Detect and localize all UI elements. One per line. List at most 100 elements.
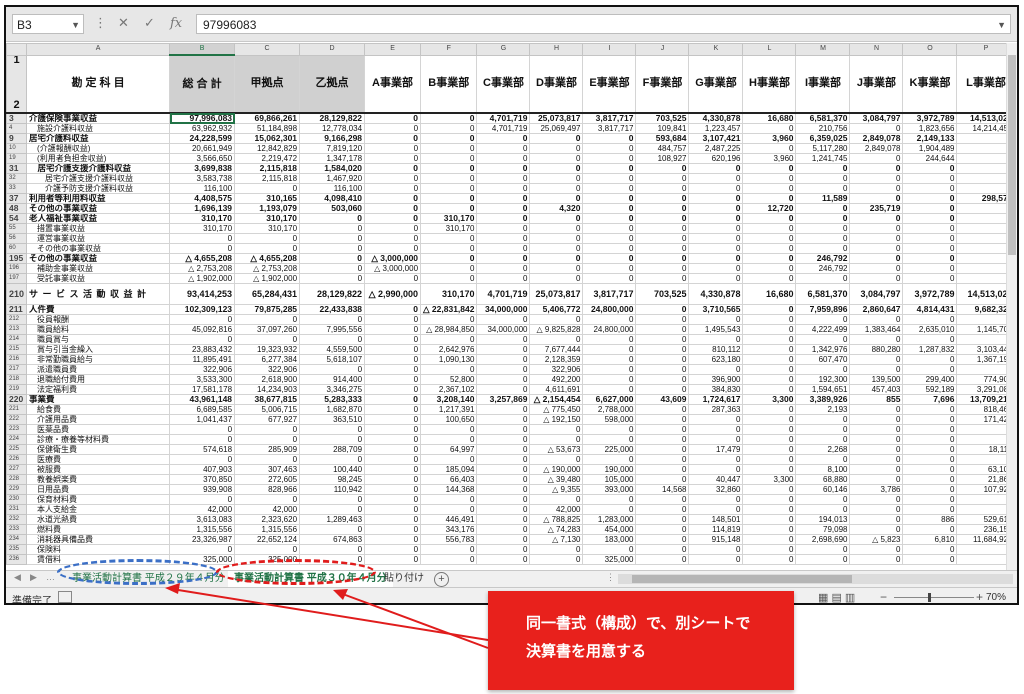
value-cell[interactable]: 0: [795, 494, 851, 505]
value-cell[interactable]: 0: [582, 183, 637, 194]
row-header[interactable]: 228: [6, 474, 28, 485]
value-cell[interactable]: 0: [582, 153, 637, 164]
value-cell[interactable]: △ 9,825,828: [529, 324, 584, 335]
value-cell[interactable]: 0: [420, 112, 478, 124]
value-cell[interactable]: 0: [476, 203, 531, 214]
value-cell[interactable]: 3,346,275: [299, 384, 366, 395]
value-cell[interactable]: 235,719: [849, 203, 904, 214]
value-cell[interactable]: 0: [582, 384, 637, 395]
value-cell[interactable]: 2,788,000: [582, 404, 637, 415]
account-name-cell[interactable]: 法定福利費: [26, 384, 171, 395]
value-cell[interactable]: 100,440: [299, 464, 366, 475]
value-cell[interactable]: 0: [476, 334, 531, 345]
value-cell[interactable]: 393,000: [582, 484, 637, 495]
value-cell[interactable]: 3,533,300: [169, 374, 236, 385]
value-cell[interactable]: 65,284,431: [234, 283, 301, 305]
value-cell[interactable]: 7,677,444: [529, 344, 584, 355]
value-cell[interactable]: 0: [582, 314, 637, 325]
value-cell[interactable]: 0: [849, 263, 904, 274]
value-cell[interactable]: 880,280: [849, 344, 904, 355]
value-cell[interactable]: 0: [742, 183, 797, 194]
value-cell[interactable]: 0: [795, 364, 851, 375]
value-cell[interactable]: 0: [635, 183, 690, 194]
account-name-cell[interactable]: 利用者等利用料収益: [26, 193, 171, 204]
value-cell[interactable]: 0: [582, 364, 637, 375]
function-icon[interactable]: fx: [170, 16, 182, 31]
value-cell[interactable]: 0: [742, 414, 797, 425]
account-name-cell[interactable]: 保険料: [26, 544, 171, 555]
value-cell[interactable]: 0: [742, 534, 797, 545]
value-cell[interactable]: 0: [635, 223, 690, 234]
value-cell[interactable]: 4,701,719: [476, 112, 531, 124]
value-cell[interactable]: 556,783: [420, 534, 478, 545]
value-cell[interactable]: 0: [364, 233, 422, 244]
header-cell[interactable]: I事業部: [795, 54, 851, 114]
value-cell[interactable]: 0: [529, 143, 584, 154]
value-cell[interactable]: 0: [688, 494, 744, 505]
value-cell[interactable]: 0: [849, 524, 904, 535]
value-cell[interactable]: 2,860,647: [849, 304, 904, 315]
value-cell[interactable]: 0: [902, 474, 958, 485]
value-cell[interactable]: 4,098,410: [299, 193, 366, 204]
value-cell[interactable]: 0: [476, 494, 531, 505]
value-cell[interactable]: 3,084,797: [849, 112, 904, 124]
value-cell[interactable]: 0: [169, 434, 236, 445]
value-cell[interactable]: 12,720: [742, 203, 797, 214]
value-cell[interactable]: 0: [364, 153, 422, 164]
value-cell[interactable]: 0: [364, 123, 422, 134]
chevron-down-icon[interactable]: ▼: [997, 15, 1006, 35]
value-cell[interactable]: 0: [476, 464, 531, 475]
value-cell[interactable]: 310,170: [420, 223, 478, 234]
value-cell[interactable]: 0: [849, 153, 904, 164]
value-cell[interactable]: 25,073,817: [529, 112, 584, 124]
tab-sheet-paste[interactable]: 貼り付け: [378, 571, 430, 587]
more-icon[interactable]: …: [46, 572, 55, 582]
value-cell[interactable]: 42,000: [234, 504, 301, 515]
value-cell[interactable]: 0: [420, 153, 478, 164]
value-cell[interactable]: 288,709: [299, 444, 366, 455]
value-cell[interactable]: 0: [688, 163, 744, 174]
value-cell[interactable]: 0: [364, 213, 422, 224]
value-cell[interactable]: 310,165: [234, 193, 301, 204]
row-header[interactable]: 195: [6, 253, 28, 264]
value-cell[interactable]: 0: [742, 554, 797, 565]
macro-record-icon[interactable]: [58, 591, 72, 603]
value-cell[interactable]: 0: [902, 444, 958, 455]
value-cell[interactable]: 0: [688, 334, 744, 345]
row-header[interactable]: 235: [6, 544, 28, 555]
value-cell[interactable]: 0: [169, 243, 236, 254]
value-cell[interactable]: 0: [688, 183, 744, 194]
value-cell[interactable]: 1,315,556: [234, 524, 301, 535]
value-cell[interactable]: 0: [902, 233, 958, 244]
value-cell[interactable]: 5,406,772: [529, 304, 584, 315]
account-name-cell[interactable]: 居宅介護支援介護料収益: [26, 163, 171, 174]
value-cell[interactable]: 0: [299, 273, 366, 284]
row-header[interactable]: 219: [6, 384, 28, 395]
more-icon[interactable]: ⋮: [606, 572, 615, 583]
row-header[interactable]: 56: [6, 233, 28, 244]
row-header[interactable]: 215: [6, 344, 28, 355]
row-header[interactable]: 48: [6, 203, 28, 214]
value-cell[interactable]: 0: [635, 414, 690, 425]
value-cell[interactable]: 14,568: [635, 484, 690, 495]
value-cell[interactable]: 52,800: [420, 374, 478, 385]
value-cell[interactable]: 23,326,987: [169, 534, 236, 545]
value-cell[interactable]: 272,605: [234, 474, 301, 485]
value-cell[interactable]: 0: [742, 334, 797, 345]
value-cell[interactable]: 0: [364, 354, 422, 365]
header-cell[interactable]: H事業部: [742, 54, 797, 114]
value-cell[interactable]: 0: [742, 494, 797, 505]
value-cell[interactable]: 574,618: [169, 444, 236, 455]
value-cell[interactable]: 0: [902, 524, 958, 535]
value-cell[interactable]: 0: [420, 314, 478, 325]
row-header[interactable]: 211: [6, 304, 28, 315]
value-cell[interactable]: 0: [849, 183, 904, 194]
value-cell[interactable]: 40,447: [688, 474, 744, 485]
value-cell[interactable]: 1,347,178: [299, 153, 366, 164]
value-cell[interactable]: 363,510: [299, 414, 366, 425]
value-cell[interactable]: 68,880: [795, 474, 851, 485]
value-cell[interactable]: △ 2,990,000: [364, 283, 422, 305]
value-cell[interactable]: 677,927: [234, 414, 301, 425]
value-cell[interactable]: 1,696,139: [169, 203, 236, 214]
value-cell[interactable]: 1,289,463: [299, 514, 366, 525]
